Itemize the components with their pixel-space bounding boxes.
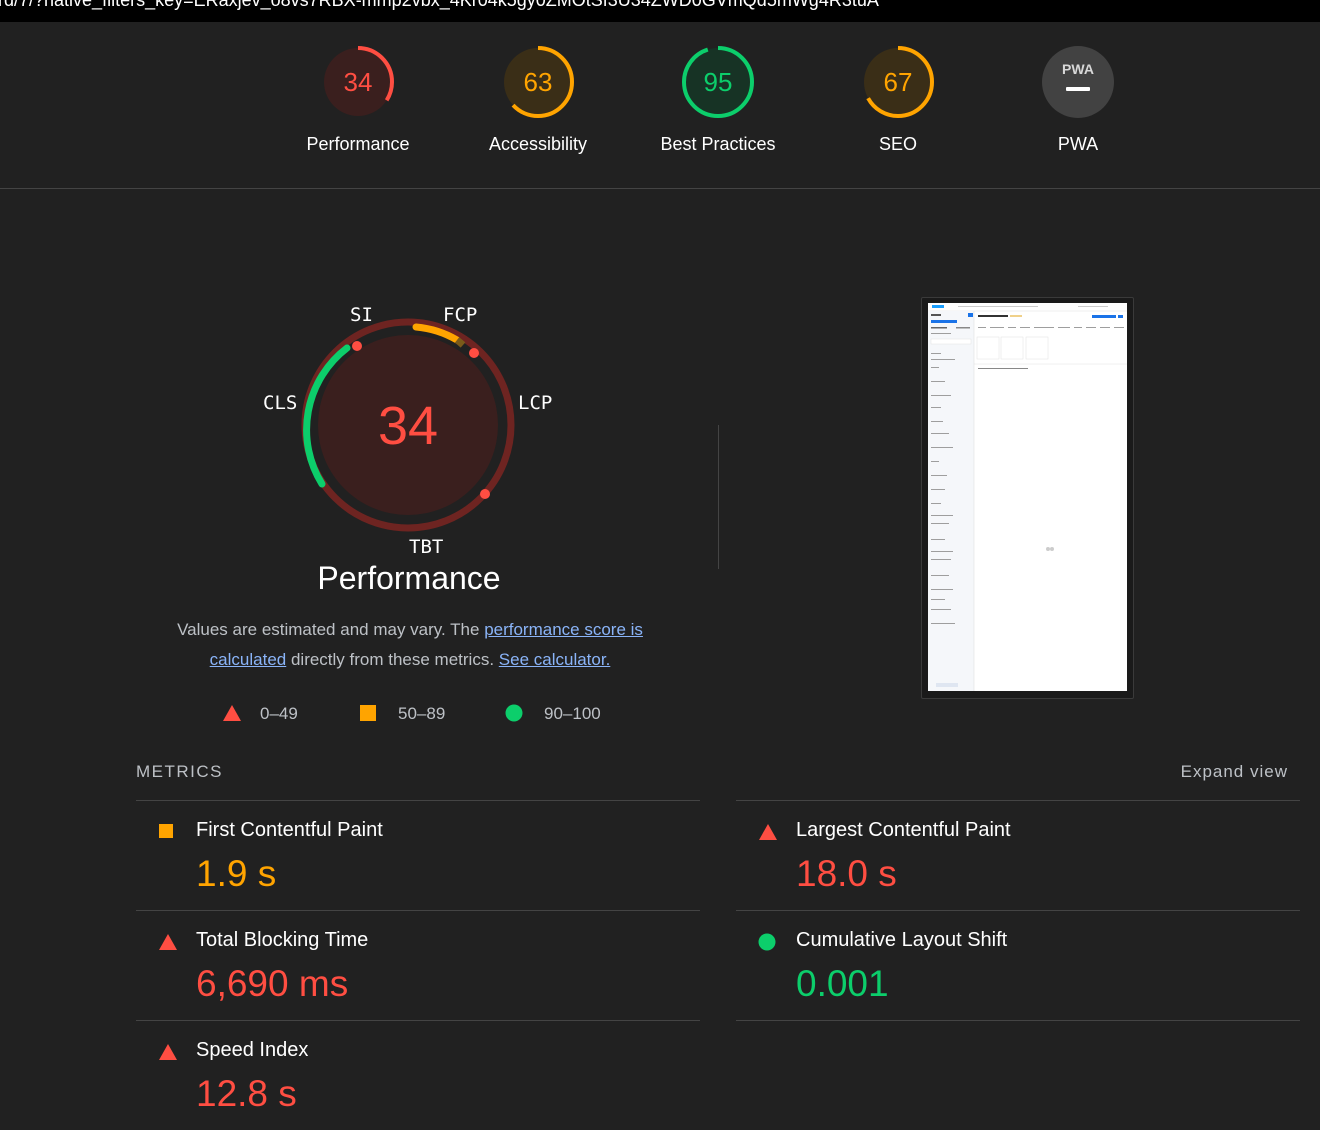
square-icon (159, 824, 173, 838)
performance-gauge-icon: 34 (322, 46, 394, 118)
gauge-score: 63 (524, 67, 553, 97)
metric-largest-contentful-paint[interactable]: Largest Contentful Paint 18.0 s (736, 800, 1300, 910)
description-text: directly from these metrics. (286, 650, 499, 669)
best-practices-gauge-icon: 95 (682, 46, 754, 118)
performance-title: Performance (317, 560, 501, 596)
metric-label-tbt: TBT (409, 536, 444, 558)
metric-name: Total Blocking Time (196, 929, 369, 951)
metric-value: 1.9 s (196, 853, 277, 894)
description-text: Values are estimated and may vary. The (177, 620, 485, 639)
metric-value: 6,690 ms (196, 963, 349, 1004)
square-icon (360, 705, 376, 721)
legend-pass-label: 90–100 (544, 704, 601, 723)
metric-value: 0.001 (796, 963, 889, 1004)
metric-label-fcp: FCP (443, 304, 478, 326)
pwa-badge-text: PWA (1062, 61, 1094, 77)
pwa-badge-icon: PWA (1042, 46, 1114, 118)
gauge-score: 95 (704, 67, 733, 97)
score-description: Values are estimated and may vary. The p… (140, 615, 680, 675)
legend-fail: 0–49 (222, 704, 298, 724)
metric-total-blocking-time[interactable]: Total Blocking Time 6,690 ms (136, 910, 700, 1020)
legend-average-label: 50–89 (398, 704, 446, 723)
metric-name: Cumulative Layout Shift (796, 929, 1008, 951)
legend-fail-label: 0–49 (260, 704, 298, 723)
metric-speed-index[interactable]: Speed Index 12.8 s (136, 1020, 700, 1130)
performance-gauge-graphic: 34 (301, 318, 515, 532)
metric-label-cls: CLS (263, 392, 298, 414)
gauge-label: Best Practices (660, 134, 776, 154)
url-bar[interactable]: rd/7/?native_filters_key=ERaxjev_o8vs7RB… (0, 0, 1320, 22)
gauge-label: Accessibility (488, 134, 588, 154)
metric-name: Speed Index (196, 1039, 309, 1061)
gauge-accessibility[interactable]: 63 Accessibility (468, 44, 608, 155)
seo-gauge-icon: 67 (862, 46, 934, 118)
performance-score: 34 (378, 396, 438, 456)
metric-first-contentful-paint[interactable]: First Contentful Paint 1.9 s (136, 800, 700, 910)
vertical-divider (718, 425, 719, 569)
gauge-best-practices[interactable]: 95 Best Practices (648, 44, 788, 155)
metric-divider (736, 1020, 1300, 1022)
gauge-label: SEO (878, 134, 917, 154)
legend-average: 50–89 (359, 704, 445, 724)
metric-name: Largest Contentful Paint (796, 819, 1011, 841)
category-gauges: 34 Performance 63 Accessibility 95 Best … (0, 22, 1320, 189)
metric-label-lcp: LCP (518, 392, 553, 414)
screenshot-image (928, 303, 1127, 691)
metric-label-si: SI (350, 304, 373, 326)
expand-view-toggle[interactable]: Expand view (1181, 762, 1288, 782)
final-screenshot-thumbnail[interactable] (921, 297, 1134, 699)
metric-value: 18.0 s (796, 853, 897, 894)
performance-score-gauge: 34 SI FCP LCP TBT CLS (250, 290, 570, 558)
gauge-label: PWA (1057, 134, 1099, 154)
triangle-icon (159, 934, 177, 950)
metric-value: 12.8 s (196, 1073, 297, 1114)
triangle-icon (159, 1044, 177, 1060)
circle-icon (505, 704, 523, 722)
gauge-seo[interactable]: 67 SEO (828, 44, 968, 155)
gauge-performance[interactable]: 34 Performance (288, 44, 428, 155)
see-calculator-link[interactable]: See calculator. (499, 650, 611, 669)
triangle-icon (223, 705, 241, 721)
page-screenshot-graphic (928, 303, 1127, 691)
metric-cumulative-layout-shift[interactable]: Cumulative Layout Shift 0.001 (736, 910, 1300, 1020)
triangle-icon (759, 824, 777, 840)
metrics-header: METRICS (136, 762, 223, 781)
gauge-pwa[interactable]: PWA PWA (1008, 44, 1148, 155)
legend-pass: 90–100 (505, 704, 601, 724)
accessibility-gauge-icon: 63 (502, 46, 574, 118)
gauge-label: Performance (306, 134, 410, 154)
gauge-score: 67 (884, 67, 913, 97)
circle-icon (758, 933, 776, 951)
metric-name: First Contentful Paint (196, 819, 383, 841)
gauge-score: 34 (344, 67, 373, 97)
url-text: rd/7/?native_filters_key=ERaxjev_o8vs7RB… (0, 0, 879, 10)
